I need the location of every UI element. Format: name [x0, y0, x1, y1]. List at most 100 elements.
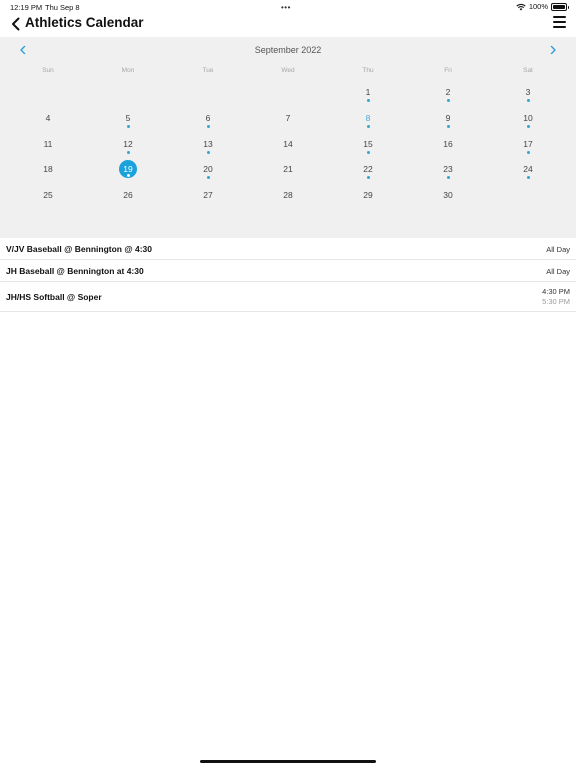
day-number: 8 [365, 112, 371, 123]
next-month-icon[interactable] [546, 43, 560, 57]
day-cell-9[interactable]: 9 [408, 105, 488, 131]
weekday-header: Sun Mon Tue Wed Thu Fri Sat [8, 67, 568, 74]
day-number: 24 [523, 164, 533, 175]
day-cell-6[interactable]: 6 [168, 105, 248, 131]
day-cell-1[interactable]: 1 [328, 79, 408, 105]
calendar-month-label: September 2022 [254, 45, 322, 55]
day-number: 16 [443, 138, 453, 149]
hamburger-menu-icon[interactable] [553, 16, 566, 28]
day-number: 27 [203, 190, 213, 201]
event-indicator-dot [526, 176, 530, 180]
weekday-label: Mon [121, 67, 135, 74]
event-indicator-dot [366, 150, 370, 154]
day-number: 14 [283, 138, 293, 149]
battery-percent: 100% [528, 2, 548, 11]
weekday-label: Thu [362, 67, 374, 74]
event-row[interactable]: JH/HS Softball @ Soper 4:30 PM 5:30 PM [0, 282, 576, 312]
day-cell-14[interactable]: 14 [248, 131, 328, 157]
day-number: 13 [203, 138, 213, 149]
event-indicator-dot [206, 150, 210, 154]
day-cell-11[interactable]: 11 [8, 131, 88, 157]
day-number: 17 [523, 138, 533, 149]
status-date: Thu Sep 8 [45, 3, 80, 12]
event-title: JH Baseball @ Bennington at 4:30 [6, 266, 144, 276]
day-number: 29 [363, 190, 373, 201]
day-cell-3[interactable]: 3 [488, 79, 568, 105]
day-number: 23 [443, 164, 453, 175]
event-indicator-dot [446, 99, 450, 102]
day-cell-23[interactable]: 23 [408, 156, 488, 182]
wifi-icon [516, 3, 526, 11]
day-number: 3 [525, 87, 531, 97]
event-indicator-dot [126, 150, 130, 154]
empty-day-cell [488, 182, 568, 208]
day-cell-13[interactable]: 13 [168, 131, 248, 157]
battery-icon [551, 2, 569, 11]
multitasking-dots[interactable]: ••• [281, 3, 291, 12]
event-indicator-dot [526, 99, 530, 102]
empty-day-cell [8, 79, 88, 105]
day-number: 9 [445, 112, 451, 123]
day-cell-28[interactable]: 28 [248, 182, 328, 208]
weekday-label: Sun [42, 67, 54, 74]
day-cell-17[interactable]: 17 [488, 131, 568, 157]
day-number: 25 [43, 190, 53, 201]
day-cell-20[interactable]: 20 [168, 156, 248, 182]
empty-day-cell [88, 79, 168, 105]
event-row[interactable]: JH Baseball @ Bennington at 4:30 All Day [0, 260, 576, 282]
empty-day-cell [248, 79, 328, 105]
day-number: 28 [283, 190, 293, 201]
day-number: 30 [443, 190, 453, 201]
event-time: All Day [546, 267, 570, 276]
status-time: 12:19 PM [10, 3, 43, 12]
day-number: 7 [285, 112, 291, 123]
status-bar: 12:19 PM Thu Sep 8 ••• 100% [0, 0, 576, 14]
day-cell-26[interactable]: 26 [88, 182, 168, 208]
event-start-time: 4:30 PM [542, 287, 570, 296]
day-cell-12[interactable]: 12 [88, 131, 168, 157]
day-cell-16[interactable]: 16 [408, 131, 488, 157]
day-cell-8[interactable]: 8 [328, 105, 408, 131]
month-calendar: September 2022 Sun Mon Tue Wed Thu Fri Sat 123… [0, 37, 576, 238]
day-cell-30[interactable]: 30 [408, 182, 488, 208]
day-number: 11 [43, 138, 53, 149]
event-time: All Day [546, 245, 570, 254]
event-row[interactable]: V/JV Baseball @ Bennington @ 4:30 All Da… [0, 238, 576, 260]
back-chevron-icon[interactable] [9, 16, 23, 32]
weekday-label: Fri [444, 67, 452, 74]
day-number: 5 [125, 112, 131, 123]
home-indicator[interactable] [200, 760, 376, 763]
empty-day-cell [168, 79, 248, 105]
event-indicator-dot [206, 176, 210, 180]
page-title: Athletics Calendar [25, 15, 144, 30]
day-cell-22[interactable]: 22 [328, 156, 408, 182]
event-indicator-dot [366, 99, 370, 102]
day-cell-25[interactable]: 25 [8, 182, 88, 208]
weekday-label: Tue [202, 67, 214, 74]
day-number: 2 [445, 87, 451, 97]
day-cell-10[interactable]: 10 [488, 105, 568, 131]
day-number: 1 [365, 87, 371, 97]
day-number: 20 [203, 164, 213, 175]
day-cell-24[interactable]: 24 [488, 156, 568, 182]
day-cell-27[interactable]: 27 [168, 182, 248, 208]
day-cell-19[interactable]: 19 [88, 156, 168, 182]
day-cell-15[interactable]: 15 [328, 131, 408, 157]
event-title: JH/HS Softball @ Soper [6, 292, 102, 302]
day-cell-4[interactable]: 4 [8, 105, 88, 131]
day-cell-21[interactable]: 21 [248, 156, 328, 182]
event-title: V/JV Baseball @ Bennington @ 4:30 [6, 244, 152, 254]
day-cell-7[interactable]: 7 [248, 105, 328, 131]
event-indicator-dot [526, 124, 530, 128]
day-cell-2[interactable]: 2 [408, 79, 488, 105]
day-cell-29[interactable]: 29 [328, 182, 408, 208]
day-cell-18[interactable]: 18 [8, 156, 88, 182]
day-number: 26 [123, 190, 133, 201]
day-cell-5[interactable]: 5 [88, 105, 168, 131]
day-number: 15 [363, 138, 373, 149]
event-indicator-dot [366, 176, 370, 180]
day-number: 19 [123, 164, 133, 175]
day-number: 18 [43, 164, 53, 175]
event-list: V/JV Baseball @ Bennington @ 4:30 All Da… [0, 238, 576, 312]
event-indicator-dot [446, 124, 450, 128]
